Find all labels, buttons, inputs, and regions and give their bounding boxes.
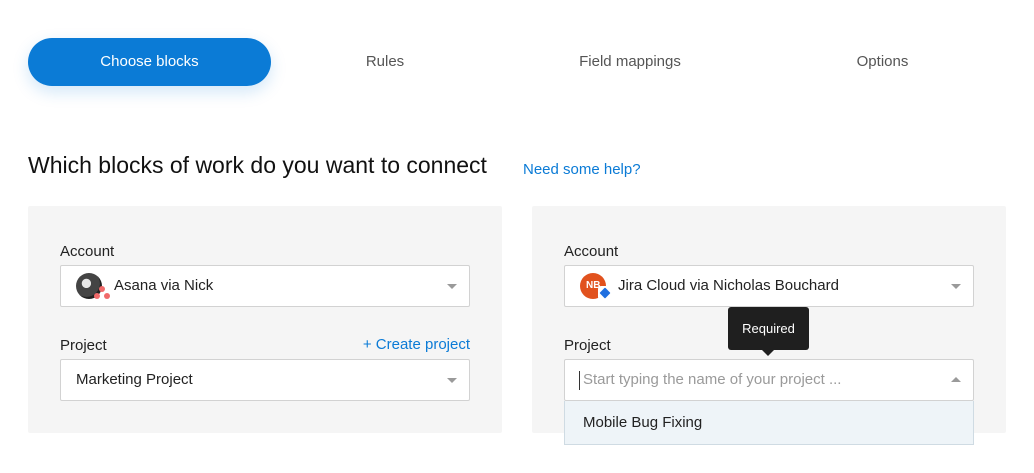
tab-choose-blocks[interactable]: Choose blocks (28, 38, 271, 86)
account-select[interactable]: Asana via Nick (60, 265, 470, 307)
project-select-value: Marketing Project (76, 371, 193, 388)
page-title: Which blocks of work do you want to conn… (28, 152, 487, 178)
help-link[interactable]: Need some help? (523, 161, 641, 178)
jira-logo-icon (598, 286, 612, 300)
tab-rules[interactable]: Rules (300, 38, 470, 86)
project-search-input[interactable]: Start typing the name of your project ..… (564, 359, 974, 401)
dropdown-option[interactable]: Mobile Bug Fixing (583, 401, 702, 445)
tab-options[interactable]: Options (800, 38, 965, 86)
project-dropdown: Mobile Bug Fixing (564, 401, 974, 445)
chevron-down-icon (447, 284, 457, 289)
chevron-down-icon (447, 378, 457, 383)
account-select[interactable]: NB Jira Cloud via Nicholas Bouchard (564, 265, 974, 307)
tab-field-mappings[interactable]: Field mappings (530, 38, 730, 86)
chevron-up-icon[interactable] (951, 377, 961, 382)
text-cursor (579, 371, 580, 390)
project-label: Project (564, 337, 611, 354)
create-project-link[interactable]: + Create project (363, 336, 470, 353)
account-label: Account (60, 243, 115, 260)
step-tabs: Choose blocks Rules Field mappings Optio… (0, 0, 1034, 120)
chevron-down-icon (951, 284, 961, 289)
account-select-value: Jira Cloud via Nicholas Bouchard (618, 277, 839, 294)
project-select[interactable]: Marketing Project (60, 359, 470, 401)
account-select-value: Asana via Nick (114, 277, 214, 294)
account-label: Account (564, 243, 619, 260)
required-tooltip: Required (728, 307, 809, 356)
project-input-placeholder: Start typing the name of your project ..… (583, 371, 842, 388)
left-block-panel: Account Asana via Nick Project + Create … (28, 206, 502, 433)
asana-logo-icon (94, 286, 110, 300)
project-label: Project (60, 337, 107, 354)
